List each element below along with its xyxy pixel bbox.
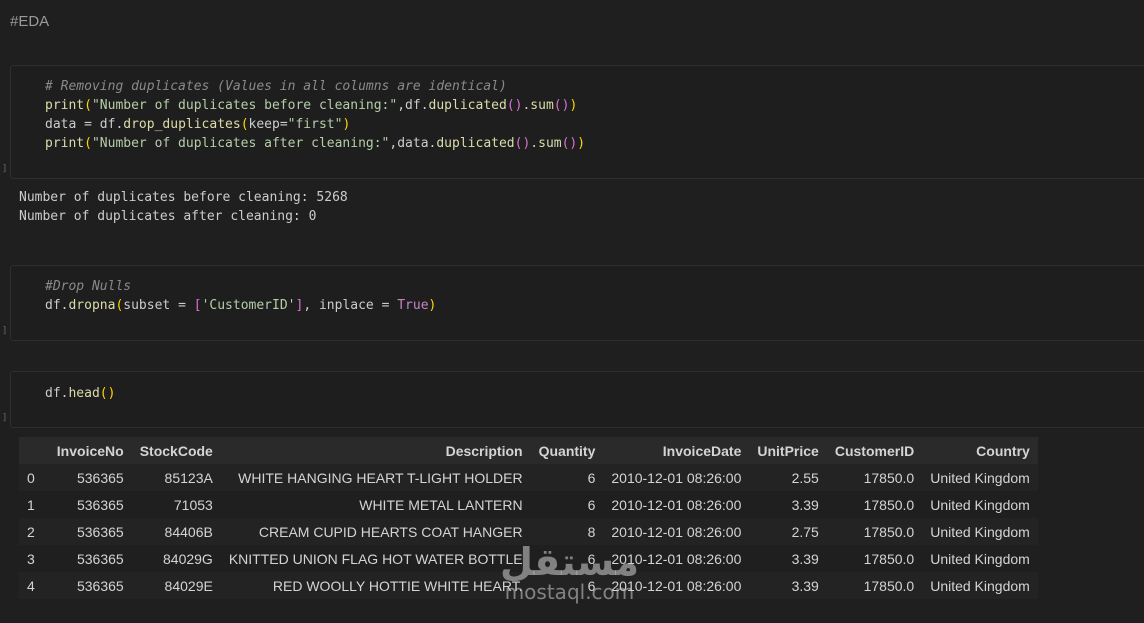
- code-line-head: df.head(): [45, 386, 116, 401]
- code-line-dropna: df.dropna(subset = ['CustomerID'], inpla…: [45, 298, 437, 313]
- table-cell: 536365: [48, 572, 132, 599]
- cell-bracket-icon: ]: [2, 413, 8, 423]
- table-cell: 84029G: [131, 545, 221, 572]
- table-column-header: CustomerID: [826, 437, 923, 464]
- table-column-header: StockCode: [131, 437, 221, 464]
- table-cell: 3.39: [749, 491, 827, 518]
- watermark-arabic-text: مستقل: [500, 540, 639, 584]
- code-cell-head[interactable]: ] df.head(): [2, 371, 1144, 428]
- table-index-cell: 2: [19, 518, 49, 545]
- table-cell: 85123A: [131, 464, 221, 491]
- cell-bracket-icon: ]: [2, 164, 8, 174]
- table-cell: 6: [530, 491, 604, 518]
- cell-output-line: Number of duplicates before cleaning: 52…: [19, 190, 348, 205]
- table-cell: 17850.0: [826, 518, 923, 545]
- markdown-heading: #EDA: [10, 13, 50, 30]
- table-cell: 17850.0: [826, 491, 923, 518]
- table-index-cell: 4: [19, 572, 49, 599]
- table-index-cell: 1: [19, 491, 49, 518]
- table-cell: WHITE HANGING HEART T-LIGHT HOLDER: [220, 464, 531, 491]
- table-cell: United Kingdom: [922, 491, 1038, 518]
- table-index-cell: 3: [19, 545, 49, 572]
- table-column-header: Country: [922, 437, 1038, 464]
- code-comment: #Drop Nulls: [45, 279, 132, 294]
- cell-bracket-icon: ]: [2, 326, 8, 336]
- table-cell: 71053: [131, 491, 221, 518]
- table-cell: 536365: [48, 545, 132, 572]
- watermark-logo: مستقل mostaql.com: [500, 540, 639, 602]
- table-column-header: Description: [220, 437, 531, 464]
- table-cell: 3.39: [749, 545, 827, 572]
- watermark-latin-text: mostaql.com: [504, 580, 635, 604]
- table-cell: 536365: [48, 491, 132, 518]
- code-cell-duplicates[interactable]: ] # Removing duplicates (Values in all c…: [2, 65, 1144, 179]
- cell-output-line: Number of duplicates after cleaning: 0: [19, 209, 317, 224]
- table-cell: 536365: [48, 464, 132, 491]
- table-cell: WHITE METAL LANTERN: [220, 491, 531, 518]
- code-line-print-before: print("Number of duplicates before clean…: [45, 98, 578, 113]
- table-cell: 2010-12-01 08:26:00: [603, 464, 750, 491]
- table-cell: United Kingdom: [922, 545, 1038, 572]
- table-column-header: InvoiceNo: [48, 437, 132, 464]
- table-cell: United Kingdom: [922, 464, 1038, 491]
- code-line-print-after: print("Number of duplicates after cleani…: [45, 136, 586, 151]
- table-cell: United Kingdom: [922, 518, 1038, 545]
- table-index-cell: 0: [19, 464, 49, 491]
- table-row: 0 536365 85123A WHITE HANGING HEART T-LIGHT…: [19, 464, 1038, 491]
- table-cell: 6: [530, 464, 604, 491]
- code-comment: # Removing duplicates (Values in all col…: [45, 79, 507, 94]
- table-cell: RED WOOLLY HOTTIE WHITE HEART.: [220, 572, 531, 599]
- table-index-header: [19, 437, 49, 464]
- table-column-header: UnitPrice: [749, 437, 827, 464]
- code-line-drop-duplicates: data = df.drop_duplicates(keep="first"): [45, 117, 351, 132]
- table-cell: 17850.0: [826, 572, 923, 599]
- table-column-header: InvoiceDate: [603, 437, 750, 464]
- table-cell: 84406B: [131, 518, 221, 545]
- table-cell: 2.55: [749, 464, 827, 491]
- table-cell: 17850.0: [826, 464, 923, 491]
- table-cell: 2.75: [749, 518, 827, 545]
- table-header-row: InvoiceNo StockCode Description Quantity Inv…: [19, 437, 1038, 464]
- code-cell-dropna[interactable]: ] #Drop Nulls df.dropna(subset = ['Custo…: [2, 265, 1144, 341]
- table-cell: KNITTED UNION FLAG HOT WATER BOTTLE: [220, 545, 531, 572]
- table-cell: CREAM CUPID HEARTS COAT HANGER: [220, 518, 531, 545]
- table-cell: 3.39: [749, 572, 827, 599]
- table-cell: United Kingdom: [922, 572, 1038, 599]
- table-cell: 17850.0: [826, 545, 923, 572]
- table-cell: 84029E: [131, 572, 221, 599]
- table-cell: 2010-12-01 08:26:00: [603, 491, 750, 518]
- table-row: 1 536365 71053 WHITE METAL LANTERN 6 2010-12-…: [19, 491, 1038, 518]
- table-column-header: Quantity: [530, 437, 604, 464]
- table-cell: 536365: [48, 518, 132, 545]
